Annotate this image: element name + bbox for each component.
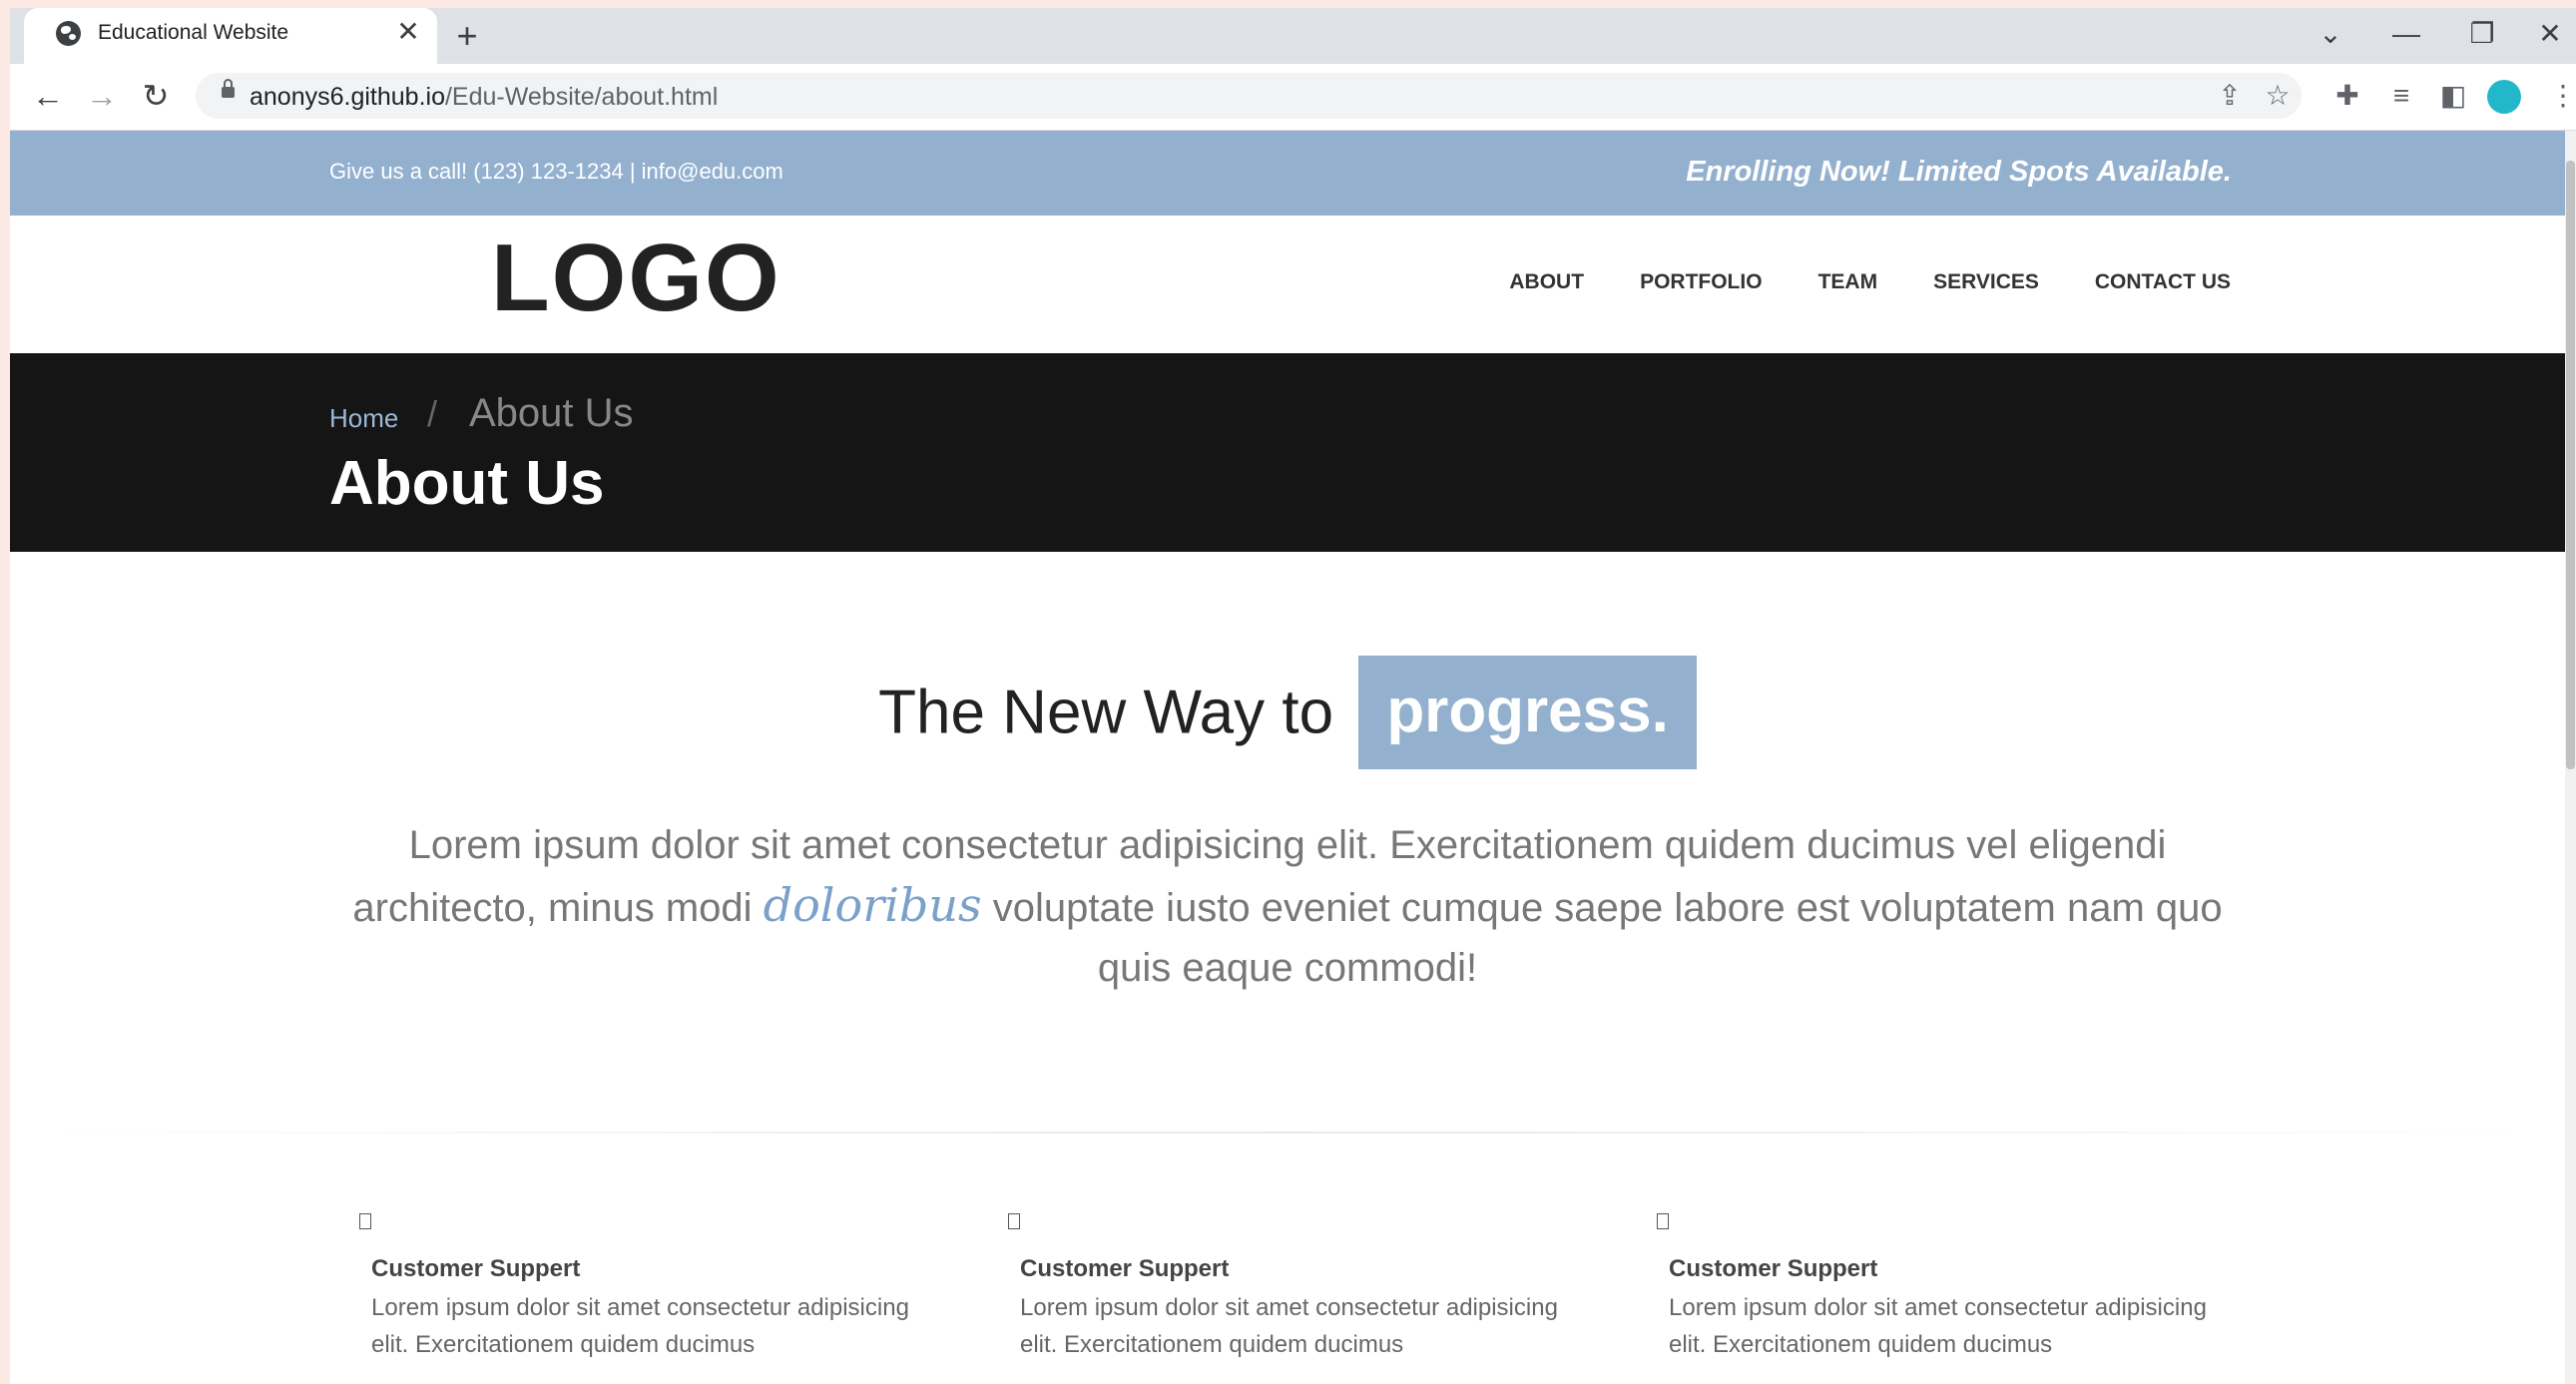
breadcrumb-current: About Us bbox=[469, 391, 634, 435]
profile-avatar[interactable] bbox=[2487, 80, 2521, 114]
back-arrow-icon[interactable]: ← bbox=[26, 74, 70, 118]
intro-section: The New Way to progress. Lorem ipsum dol… bbox=[10, 656, 2565, 990]
tab-search-icon[interactable]: ⌄ bbox=[2306, 14, 2355, 54]
close-window-button[interactable]: ✕ bbox=[2525, 14, 2575, 54]
feature-title: Customer Suppert bbox=[1669, 1255, 1878, 1282]
web-page: Give us a call! (123) 123-1234 | info@ed… bbox=[10, 131, 2565, 1384]
feature-icon bbox=[1008, 1213, 1020, 1229]
feature-title: Customer Suppert bbox=[1020, 1255, 1230, 1282]
heading-prefix: The New Way to bbox=[878, 678, 1334, 747]
globe-icon bbox=[56, 21, 81, 46]
feature-text: Lorem ipsum dolor sit amet consectetur a… bbox=[1020, 1294, 1558, 1358]
section-divider bbox=[40, 1132, 2535, 1134]
restore-button[interactable]: ❐ bbox=[2457, 14, 2507, 54]
feature-icon bbox=[1657, 1213, 1669, 1229]
extensions-icon[interactable]: ✚ bbox=[2329, 78, 2365, 114]
reading-list-icon[interactable]: ≡ bbox=[2383, 78, 2419, 114]
scrollbar-thumb[interactable] bbox=[2566, 161, 2575, 769]
nav-contact-us[interactable]: CONTACT US bbox=[2095, 270, 2231, 294]
intro-heading: The New Way to progress. bbox=[10, 656, 2565, 769]
cursive-word: doloribus bbox=[763, 878, 982, 932]
heading-highlight: progress. bbox=[1358, 656, 1697, 769]
feature-icon bbox=[359, 1213, 371, 1229]
contact-info: Give us a call! (123) 123-1234 | info@ed… bbox=[329, 159, 783, 184]
page-hero: Home / About Us About Us bbox=[10, 353, 2565, 552]
site-header: LOGO ABOUT PORTFOLIO TEAM SERVICES CONTA… bbox=[10, 216, 2565, 353]
lock-icon[interactable] bbox=[222, 79, 235, 98]
intro-lead: Lorem ipsum dolor sit amet consectetur a… bbox=[352, 823, 2223, 990]
nav-services[interactable]: SERVICES bbox=[1933, 270, 2039, 294]
top-info-bar: Give us a call! (123) 123-1234 | info@ed… bbox=[10, 131, 2565, 216]
feature-text: Lorem ipsum dolor sit amet consectetur a… bbox=[371, 1294, 909, 1358]
page-scrollbar[interactable] bbox=[2565, 131, 2576, 1384]
breadcrumb-home[interactable]: Home bbox=[329, 403, 398, 434]
browser-toolbar: ← → ↻ anonys6.github.io/Edu-Website/abou… bbox=[10, 64, 2576, 131]
share-icon[interactable]: ⇪ bbox=[2212, 78, 2248, 114]
minimize-button[interactable]: — bbox=[2381, 14, 2431, 54]
menu-icon[interactable]: ⋮ bbox=[2545, 78, 2576, 114]
address-bar[interactable]: anonys6.github.io/Edu-Website/about.html… bbox=[196, 73, 2302, 119]
nav-portfolio[interactable]: PORTFOLIO bbox=[1640, 270, 1763, 294]
side-panel-icon[interactable]: ◧ bbox=[2435, 78, 2471, 114]
close-icon[interactable]: ✕ bbox=[393, 17, 423, 47]
nav-about[interactable]: ABOUT bbox=[1509, 270, 1584, 294]
new-tab-button[interactable]: + bbox=[447, 17, 487, 57]
reload-icon[interactable]: ↻ bbox=[134, 74, 178, 118]
forward-arrow-icon[interactable]: → bbox=[80, 74, 124, 118]
feature-title: Customer Suppert bbox=[371, 1255, 581, 1282]
tab-strip: Educational Website ✕ + ⌄ — ❐ ✕ bbox=[10, 8, 2576, 64]
bookmark-star-icon[interactable]: ☆ bbox=[2260, 78, 2296, 114]
tab-title: Educational Website bbox=[98, 21, 289, 44]
main-nav: ABOUT PORTFOLIO TEAM SERVICES CONTACT US bbox=[1509, 270, 2231, 294]
enroll-banner: Enrolling Now! Limited Spots Available. bbox=[1686, 156, 2232, 188]
page-title: About Us bbox=[329, 449, 605, 518]
tab-educational-website[interactable]: Educational Website ✕ bbox=[24, 8, 437, 64]
url-text[interactable]: anonys6.github.io/Edu-Website/about.html bbox=[250, 83, 718, 112]
feature-text: Lorem ipsum dolor sit amet consectetur a… bbox=[1669, 1294, 2207, 1358]
nav-team[interactable]: TEAM bbox=[1818, 270, 1878, 294]
site-logo[interactable]: LOGO bbox=[491, 224, 781, 333]
breadcrumb-separator: / bbox=[427, 393, 438, 434]
browser-window: Educational Website ✕ + ⌄ — ❐ ✕ ← → ↻ an… bbox=[10, 8, 2576, 1384]
